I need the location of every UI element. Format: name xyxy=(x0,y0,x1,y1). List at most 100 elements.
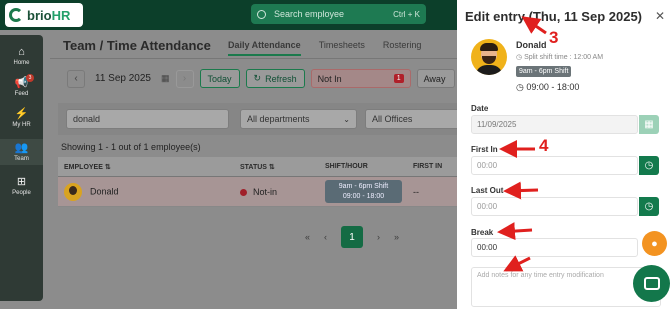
chat-icon xyxy=(643,277,660,290)
date-label: Date xyxy=(471,104,489,113)
main-content: Team / Time Attendance Daily Attendance … xyxy=(50,30,470,309)
megaphone-icon: 📢 xyxy=(14,77,29,89)
brand-accent: HR xyxy=(51,7,71,23)
table-row[interactable]: Donald Not-in 9am - 6pm Shift 09:00 - 18… xyxy=(58,177,470,207)
team-icon: 👥 xyxy=(14,142,29,154)
sidebar-item-feed[interactable]: 📢 3 Feed xyxy=(0,74,43,97)
person-icon: ● xyxy=(651,237,658,250)
sidebar-label-feed: Feed xyxy=(14,91,29,97)
today-button[interactable]: Today xyxy=(199,69,240,88)
header-employee-label: EMPLOYEE xyxy=(64,163,103,171)
avatar xyxy=(64,182,82,201)
current-date: 11 Sep 2025 xyxy=(95,73,151,84)
date-field: 11/09/2025 xyxy=(471,115,638,134)
away-filter[interactable]: Away xyxy=(416,69,455,88)
split-shift-text: Split shift time : 12:00 AM xyxy=(524,54,604,61)
shift-name: 9am - 6pm Shift xyxy=(338,183,389,190)
tab-bar: Daily Attendance Timesheets Rostering xyxy=(228,40,421,56)
tab-daily-attendance[interactable]: Daily Attendance xyxy=(228,40,301,56)
calendar-button[interactable]: ▦ xyxy=(639,115,659,134)
last-page-button[interactable]: » xyxy=(394,232,399,242)
shift-hours: 09:00 - 18:00 xyxy=(342,193,385,200)
refresh-icon: ↻ xyxy=(253,73,262,83)
departments-value: All departments xyxy=(247,114,310,124)
break-label: Break xyxy=(471,228,494,237)
refresh-button[interactable]: ↻ Refresh xyxy=(245,69,305,88)
employee-name: Donald xyxy=(516,40,547,50)
sidebar-label-people: People xyxy=(12,190,31,196)
last-out-label: Last Out xyxy=(471,186,504,195)
not-in-label: Not In xyxy=(317,73,342,84)
home-icon: ⌂ xyxy=(18,46,25,58)
offices-select[interactable]: All Offices xyxy=(365,109,470,129)
sidebar-label-team: Team xyxy=(14,156,29,162)
shift-hours-text: 09:00 - 18:00 xyxy=(526,82,580,92)
departments-select[interactable]: All departments ⌄ xyxy=(240,109,357,129)
brio-hr-logo[interactable]: brioHR xyxy=(5,3,83,27)
user-help-button[interactable]: ● xyxy=(642,231,667,256)
first-in-label: First In xyxy=(471,145,498,154)
search-shortcut: Ctrl + K xyxy=(393,9,420,19)
not-in-filter[interactable]: Not In 1 xyxy=(310,69,411,88)
first-in-clock-button[interactable]: ◷ xyxy=(639,156,659,175)
cell-employee: Donald xyxy=(58,182,234,201)
sidebar-item-home[interactable]: ⌂ Home xyxy=(0,46,43,66)
calendar-icon: ▦ xyxy=(644,119,654,130)
clock-icon: ◷ xyxy=(516,54,525,61)
prev-page-button[interactable]: ‹ xyxy=(324,232,327,242)
next-day-button[interactable]: › xyxy=(175,69,194,88)
first-in-input[interactable]: 00:00 xyxy=(471,156,638,175)
brand-main: brio xyxy=(27,7,52,23)
search-placeholder: Search employee xyxy=(274,9,345,19)
sidebar-item-team[interactable]: 👥 Team xyxy=(0,139,43,165)
tab-rostering[interactable]: Rostering xyxy=(383,40,422,56)
header-status[interactable]: STATUS ⇅ xyxy=(234,163,319,171)
employee-search[interactable]: Search employee Ctrl + K xyxy=(251,4,426,24)
status-text: Not-in xyxy=(253,186,278,197)
pagination: « ‹ 1 › » xyxy=(305,226,399,248)
breadcrumb: Team / Time Attendance xyxy=(63,38,211,53)
cell-status: Not-in xyxy=(234,187,319,197)
annotation-number-4: 4 xyxy=(539,136,549,155)
not-in-count: 1 xyxy=(393,74,404,83)
chevron-right-icon: › xyxy=(182,73,187,84)
first-page-button[interactable]: « xyxy=(305,232,310,242)
cell-shift: 9am - 6pm Shift 09:00 - 18:00 xyxy=(319,180,407,203)
search-icon xyxy=(257,9,266,19)
chevron-left-icon: ‹ xyxy=(74,73,78,84)
sidebar-item-my-hr[interactable]: ⚡ My HR xyxy=(0,108,43,128)
status-dot-icon xyxy=(240,188,247,196)
clock-icon: ◷ xyxy=(644,201,654,212)
calendar-icon[interactable]: ▦ xyxy=(161,73,170,84)
date-controls: ‹ 11 Sep 2025 ▦ › Today ↻ Refresh Not In … xyxy=(67,69,455,88)
filter-bar: donald All departments ⌄ All Offices xyxy=(58,103,470,135)
brio-logo-icon xyxy=(9,8,23,22)
attendance-table: EMPLOYEE ⇅ STATUS ⇅ SHIFT/HOUR FIRST IN … xyxy=(58,157,470,207)
tab-timesheets[interactable]: Timesheets xyxy=(319,40,365,56)
header-status-label: STATUS xyxy=(240,163,267,171)
close-icon[interactable]: ✕ xyxy=(655,9,665,23)
employee-filter-input[interactable]: donald xyxy=(66,109,229,129)
clock-icon: ◷ xyxy=(516,82,527,92)
refresh-label: Refresh xyxy=(265,73,297,84)
sidebar-label-my-hr: My HR xyxy=(12,122,31,128)
break-input[interactable]: 00:00 xyxy=(471,238,638,257)
feed-badge: 3 xyxy=(26,74,34,82)
header-employee[interactable]: EMPLOYEE ⇅ xyxy=(58,163,234,171)
sidebar-item-people[interactable]: ⊞ People xyxy=(0,176,43,196)
shift-pill: 9am - 6pm Shift 09:00 - 18:00 xyxy=(325,180,402,203)
shift-hours: ◷ 09:00 - 18:00 xyxy=(516,82,579,93)
sort-icon: ⇅ xyxy=(268,163,275,171)
bolt-icon: ⚡ xyxy=(14,108,29,120)
chat-button[interactable] xyxy=(633,265,670,302)
employee-name: Donald xyxy=(90,185,119,196)
prev-day-button[interactable]: ‹ xyxy=(67,69,85,88)
last-out-input[interactable]: 00:00 xyxy=(471,197,638,216)
page-1-button[interactable]: 1 xyxy=(341,226,364,248)
next-page-button[interactable]: › xyxy=(377,232,380,242)
sort-icon: ⇅ xyxy=(104,163,111,171)
last-out-clock-button[interactable]: ◷ xyxy=(639,197,659,216)
sidebar: ⌂ Home 📢 3 Feed ⚡ My HR 👥 Team ⊞ People xyxy=(0,35,43,301)
org-chart-icon: ⊞ xyxy=(16,176,27,188)
chevron-down-icon: ⌄ xyxy=(343,114,350,124)
